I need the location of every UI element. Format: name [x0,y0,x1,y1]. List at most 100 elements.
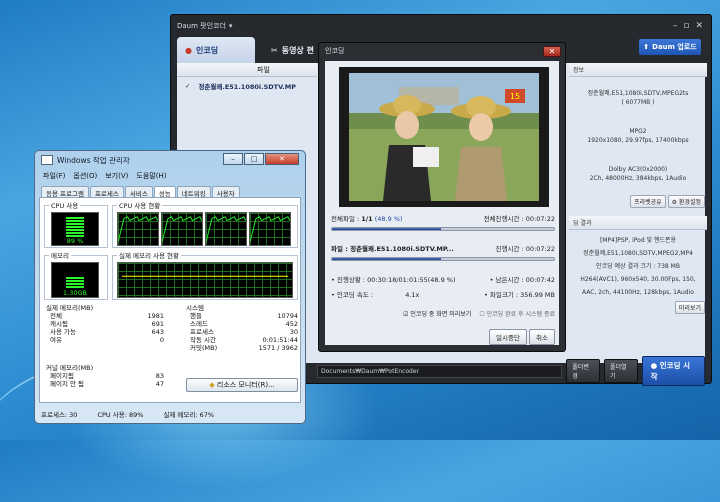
physical-memory-stats: 실제 메모리(MB) 전체 1981 캐시됨 691 사용 가능 643 여유 0 [46,304,164,344]
stat-row: 페이지 안 됨 47 [50,380,164,388]
tab-video-edit[interactable]: ✂ 동영상 편 [263,37,322,63]
stat-row: 캐시됨 691 [50,320,164,328]
status-label: • 진행상황 : [331,276,366,284]
info-audio-spec: 2Ch, 48000Hz, 384kbps, 1Audio [589,175,687,182]
menu-item[interactable]: 옵션(O) [73,171,97,181]
info-header: 정보 [573,67,585,74]
change-folder-button[interactable]: 폴더변경 [566,359,600,383]
stat-label: 스레드 [190,320,208,328]
tm-status-bar: 프로세스: 30 CPU 사용: 89% 실제 메모리: 67% [39,407,301,421]
minimize-icon[interactable]: – [223,153,243,165]
stat-label: 프로세스 [190,328,214,336]
preview-checkbox[interactable]: ☑ 인코딩 중 화면 미리보기 [403,309,471,318]
memory-meter: 1.30GB [51,262,99,298]
cpu-history-legend: CPU 사용 현황 [119,202,161,210]
info-video-codec: MPG2 [629,128,647,135]
stat-value: 83 [155,372,164,380]
stat-value: 643 [151,328,164,336]
stat-row: 작동 시간 0:01:51:44 [190,336,298,344]
result-line: H264(AVC1), 960x540, 30.00Fps, 150, [580,276,696,283]
stat-label: 캐시됨 [50,320,68,328]
result-line: 인코딩 예상 결과 크기 : 738 MB [596,263,680,270]
size-label: • 파일크기 : [483,291,519,299]
settings-button[interactable]: ⚙ 환경설정 [667,195,705,208]
output-path[interactable]: Documents₩Daum₩PotEncoder [317,364,563,378]
tab-encoding[interactable]: ● 인코딩 [177,37,255,63]
stat-label: 여유 [50,336,62,344]
menu-bar: 파일(F) 옵션(O) 보기(V) 도움말(H) [35,169,305,183]
stat-row: 핸들 10794 [190,312,298,320]
upload-label: Daum 업로드 [652,43,697,51]
kernel-memory-stats: 커널 메모리(MB) 페이지됨 83 페이지 안 됨 47 [46,364,164,388]
upload-icon: ⬆ [643,43,650,51]
close-icon[interactable]: ✕ [543,45,561,57]
total-progress-bar [331,227,555,231]
pause-button[interactable]: 일시중단 [489,329,527,345]
minimize-icon[interactable]: – [673,21,678,31]
close-icon[interactable]: ✕ [695,21,703,31]
col-file: 파일 [257,65,270,74]
stat-value: 47 [155,380,164,388]
start-encoding-button[interactable]: ● 인코딩 시작 [641,356,705,386]
status-memory: 실제 메모리: 67% [163,411,215,419]
task-manager-icon [41,155,53,165]
file-name: 정춘월쾌.E51.1080i.SDTV.MP [198,83,296,91]
info-file: 정춘월쾌,E51,1080i,SDTV,MPEG2ts [587,90,689,97]
daum-upload-button[interactable]: ⬆ Daum 업로드 [639,39,701,55]
app-title: Daum 팟인코더 [177,22,226,30]
elapsed-label: 진행시간 : [495,245,524,253]
info-panel: 정보 정춘월쾌,E51,1080i,SDTV,MPEG2ts ( 6077MB … [569,63,707,363]
stat-value: 0 [159,336,164,344]
channel-number: 15 [510,92,520,101]
size-val: 356.99 MB [520,291,555,299]
play-icon: ● [650,361,658,370]
stat-value: 1981 [147,312,164,320]
title-bar: Daum 팟인코더 ▾ – ▫ ✕ [171,15,711,37]
stat-row: 프로세스 30 [190,328,298,336]
status-cpu: CPU 사용: 89% [97,411,144,419]
kernel-memory-heading: 커널 메모리(MB) [46,364,94,372]
speed-val: 4.1x [405,291,420,299]
total-file-row: 전체파일 : 1/1 (48.9 %) [331,213,403,223]
stat-value: 30 [289,328,298,336]
menu-item[interactable]: 파일(F) [43,171,65,181]
status-val: 00:30:18/01:01:55(48.9 %) [367,276,456,284]
file-row[interactable]: ✓ 정춘월쾌.E51.1080i.SDTV.MP [177,79,317,93]
remain-val: 00:07:42 [525,276,555,284]
file-progress-bar [331,257,555,261]
maximize-icon[interactable]: ▫ [683,21,689,31]
stat-label: 페이지됨 [50,372,74,380]
info-size: ( 6077MB ) [621,99,655,106]
menu-item[interactable]: 보기(V) [105,171,128,181]
menu-item[interactable]: 도움말(H) [136,171,166,181]
file-label: 파일 : 정춘월쾌.E51.1080i.SDTV.MP... [331,245,454,253]
elapsed-time: 00:07:22 [525,245,555,253]
remain-label: • 남은시간 : [489,276,524,284]
resource-monitor-button[interactable]: ◆ 리소스 모니터(R)... [186,378,298,392]
maximize-icon[interactable]: □ [244,153,264,165]
file-progress-fill [332,258,441,260]
stat-value: 10794 [277,312,298,320]
stat-label: 커밋(MB) [190,344,218,352]
cancel-button[interactable]: 취소 [529,329,555,345]
shutdown-checkbox[interactable]: ☐ 인코딩 완료 후 시스템 종료 [479,309,555,318]
memory-legend: 메모리 [51,252,69,260]
menu-arrow-icon[interactable]: ▾ [229,22,233,30]
system-stats: 시스템 핸들 10794 스레드 452 프로세스 30 작동 시간 0:01:51:44 커밋(… [186,304,298,352]
stat-row: 페이지됨 83 [50,372,164,380]
shutdown-checkbox-label: 인코딩 완료 후 시스템 종료 [486,311,555,318]
open-folder-button[interactable]: 폴더열기 [603,359,638,383]
stat-value: 1571 / 3962 [258,344,298,352]
memory-group: 메모리 1.30GB [44,250,108,300]
share-button[interactable]: 프라벳공유 [630,195,666,208]
task-manager-window: Windows 작업 관리자 – □ ✕ 파일(F) 옵션(O) 보기(V) 도움말(H)… [34,150,306,424]
close-icon[interactable]: ✕ [265,153,299,165]
file-list-header: 파일 [177,63,317,77]
tm-title: Windows 작업 관리자 [57,155,130,165]
cpu-history-group: CPU 사용 현황 [112,200,298,248]
cpu-core-graph [205,212,247,246]
stat-row: 여유 0 [50,336,164,344]
preview-button[interactable]: 미리보기 [674,301,705,314]
checkbox-icon[interactable]: ✓ [185,82,190,90]
cpu-meter: 89 % [51,212,99,246]
